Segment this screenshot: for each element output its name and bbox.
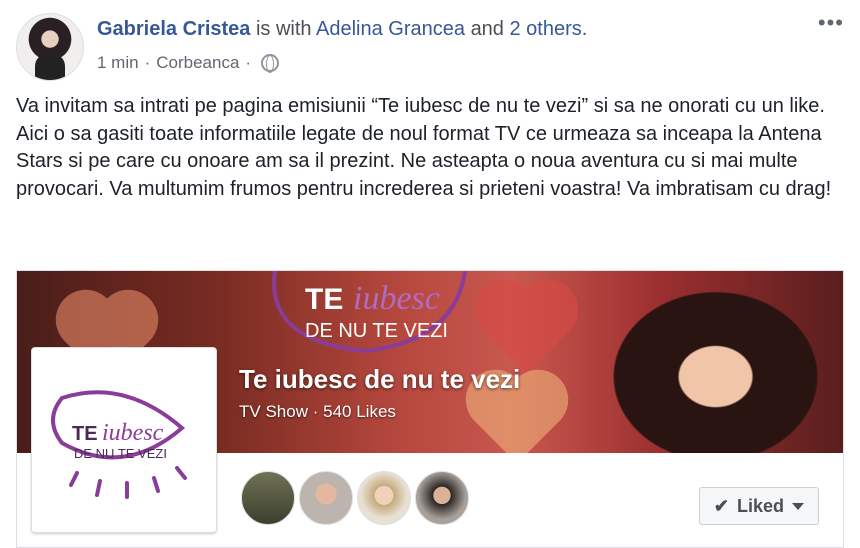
page-preview-card[interactable]: TE iubesc DE NU TE VEZI Te iubesc de nu … — [16, 270, 844, 548]
liked-button[interactable]: ✔ Liked — [698, 487, 819, 525]
cover-logo-line2: DE NU TE VEZI — [305, 320, 448, 342]
page-sub-separator: · — [312, 402, 319, 421]
globe-icon[interactable] — [261, 54, 280, 73]
post-meta: 1 min · Corbeanca · — [97, 53, 280, 73]
post-header: Gabriela Cristea is with Adelina Grancea… — [97, 18, 587, 41]
check-icon: ✔ — [713, 495, 729, 516]
profile-logo: TE iubesc DE NU TE VEZI — [51, 390, 187, 499]
page-subtitle: TV Show · 540 Likes — [239, 402, 396, 422]
period-text: . — [581, 18, 588, 40]
profile-logo-line2: DE NU TE VEZI — [74, 446, 167, 461]
meta-separator: · — [144, 53, 151, 72]
page-category: TV Show — [239, 402, 308, 421]
host-photo — [607, 271, 843, 453]
cover-logo-te: TE — [305, 283, 343, 316]
more-options-icon[interactable]: ••• — [818, 10, 844, 36]
liked-button-label: Liked — [736, 495, 784, 516]
friend-avatar[interactable] — [241, 471, 295, 525]
meta-separator-2: · — [245, 53, 252, 72]
profile-logo-te: TE — [72, 423, 98, 445]
friend-avatar[interactable] — [415, 471, 469, 525]
friends-who-like — [241, 471, 469, 525]
and-text: and — [470, 18, 504, 40]
post-body-text: Va invitam sa intrati pe pagina emisiuni… — [16, 95, 832, 200]
timestamp-link[interactable]: 1 min — [97, 53, 139, 73]
cover-logo-iubesc: iubesc — [353, 280, 440, 317]
others-link[interactable]: 2 others — [510, 18, 582, 40]
with-text: is with — [255, 18, 312, 40]
page-profile-picture[interactable]: TE iubesc DE NU TE VEZI — [31, 347, 217, 533]
author-name-link[interactable]: Gabriela Cristea — [97, 18, 250, 40]
friend-avatar[interactable] — [357, 471, 411, 525]
page-likes-count: 540 Likes — [323, 402, 396, 421]
profile-logo-iubesc: iubesc — [102, 420, 164, 446]
caret-down-icon — [792, 502, 804, 510]
author-avatar[interactable] — [16, 13, 84, 81]
heart-decoration — [484, 288, 570, 374]
friend-avatar[interactable] — [299, 471, 353, 525]
tagged-friend-link[interactable]: Adelina Grancea — [316, 18, 465, 40]
location-link[interactable]: Corbeanca — [156, 53, 239, 73]
avatar-figure — [35, 54, 65, 80]
page-name-link[interactable]: Te iubesc de nu te vezi — [239, 364, 520, 395]
